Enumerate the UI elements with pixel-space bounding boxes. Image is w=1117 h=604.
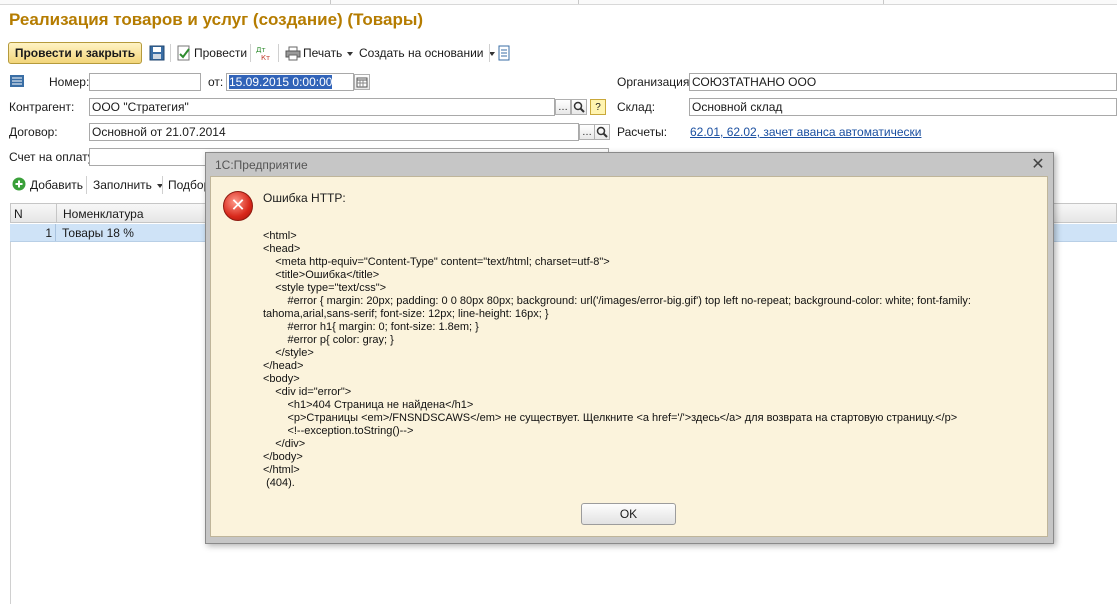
contractor-label: Контрагент: — [9, 100, 75, 114]
add-button[interactable]: Добавить — [30, 178, 83, 192]
dialog-title: 1С:Предприятие — [215, 158, 308, 172]
document-list-icon[interactable] — [10, 75, 24, 87]
toolbar-divider — [278, 44, 279, 62]
column-header-item[interactable]: Номенклатура — [63, 207, 144, 221]
create-based-on-button[interactable]: Создать на основании — [359, 46, 495, 60]
error-icon: ✕ — [223, 191, 253, 221]
report-icon[interactable] — [496, 45, 512, 61]
post-icon — [176, 45, 192, 61]
help-icon[interactable]: ? — [590, 99, 606, 115]
invoice-label: Счет на оплату: — [9, 150, 98, 164]
accounting-entries-icon[interactable]: Дт Кт — [256, 45, 272, 62]
search-icon[interactable] — [594, 124, 610, 140]
ellipsis-button[interactable]: … — [579, 124, 595, 140]
error-title: Ошибка HTTP: — [263, 191, 346, 205]
error-message: <html> <head> <meta http-equiv="Content-… — [263, 230, 971, 489]
chevron-down-icon — [347, 51, 354, 56]
warehouse-field[interactable]: Основной склад — [689, 98, 1117, 116]
number-label: Номер: — [49, 75, 90, 89]
contract-field[interactable]: Основной от 21.07.2014 — [89, 123, 579, 141]
svg-text:Дт: Дт — [256, 46, 266, 54]
tab-divider — [330, 0, 331, 4]
svg-text:Кт: Кт — [261, 54, 270, 61]
row-item: Товары 18 % — [62, 226, 134, 240]
column-divider — [56, 204, 57, 222]
date-value: 15.09.2015 0:00:00 — [229, 75, 333, 89]
contract-label: Договор: — [9, 125, 58, 139]
post-and-close-button[interactable]: Провести и закрыть — [8, 42, 142, 64]
organization-label: Организация: — [617, 75, 693, 89]
toolbar-divider — [250, 44, 251, 62]
date-label: от: — [208, 75, 224, 89]
table-left-border — [10, 242, 11, 604]
save-icon[interactable] — [149, 45, 165, 61]
print-button[interactable]: Печать — [303, 46, 354, 60]
number-field[interactable] — [89, 73, 201, 91]
fill-label: Заполнить — [93, 178, 152, 192]
settlements-label: Расчеты: — [617, 125, 668, 139]
tab-divider — [578, 0, 579, 4]
fill-button[interactable]: Заполнить — [93, 178, 163, 192]
date-field[interactable]: 15.09.2015 0:00:00 — [226, 73, 354, 91]
warehouse-label: Склад: — [617, 100, 656, 114]
ellipsis-button[interactable]: … — [555, 99, 571, 115]
add-icon — [12, 177, 26, 191]
window-title: Реализация товаров и услуг (создание) (Т… — [9, 10, 424, 29]
ok-button[interactable]: OK — [581, 503, 676, 525]
post-button[interactable]: Провести — [194, 46, 247, 60]
print-label: Печать — [303, 46, 343, 60]
toolbar-divider — [489, 44, 490, 62]
contractor-field[interactable]: ООО "Стратегия" — [89, 98, 555, 116]
close-icon[interactable]: ✕ — [1030, 157, 1046, 173]
tab-divider — [883, 0, 884, 4]
tab-strip — [0, 0, 1117, 5]
settlements-link[interactable]: 62.01, 62.02, зачет аванса автоматически — [690, 125, 921, 139]
column-divider — [55, 224, 56, 241]
organization-field[interactable]: СОЮЗТАТНАНО ООО — [689, 73, 1117, 91]
row-number: 1 — [45, 226, 52, 240]
search-icon[interactable] — [571, 99, 587, 115]
select-button[interactable]: Подбор — [168, 178, 210, 192]
toolbar-divider — [86, 176, 87, 194]
column-header-n[interactable]: N — [14, 207, 23, 221]
toolbar-divider — [162, 176, 163, 194]
printer-icon — [285, 45, 301, 61]
calendar-icon[interactable] — [354, 74, 370, 90]
create-based-label: Создать на основании — [359, 46, 484, 60]
toolbar-divider — [170, 44, 171, 62]
